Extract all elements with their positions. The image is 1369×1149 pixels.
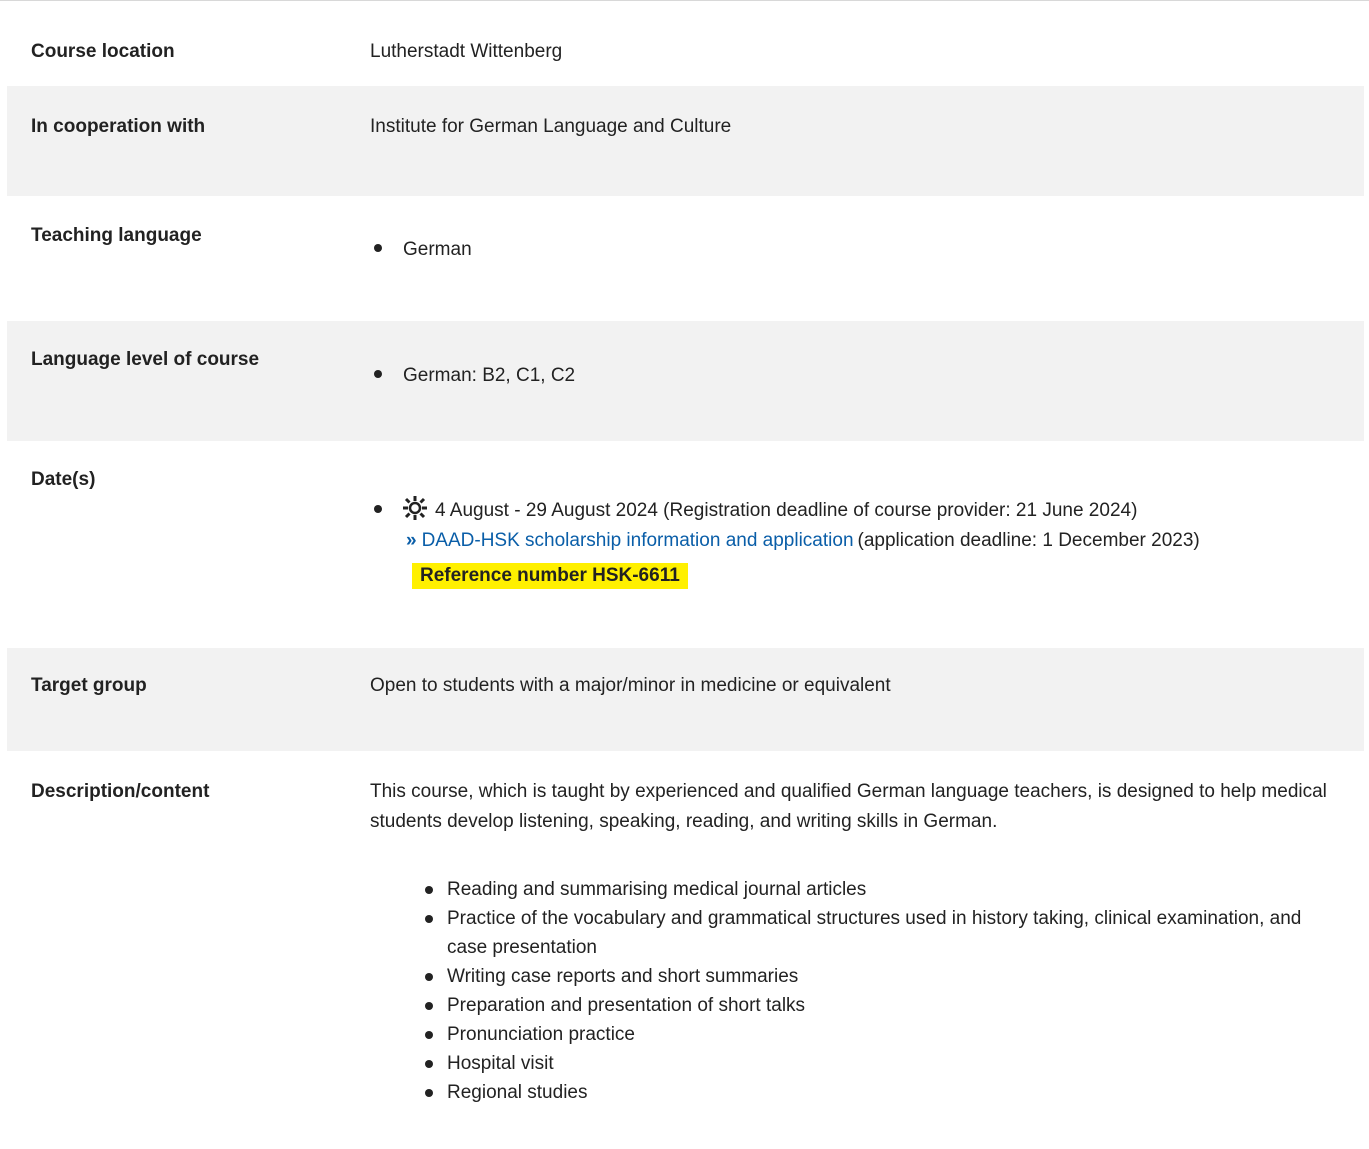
description-intro: This course, which is taught by experien…	[370, 781, 1327, 832]
scholarship-link[interactable]: DAAD-HSK scholarship information and app…	[422, 530, 854, 551]
list-item: Pronunciation practice	[423, 1020, 1303, 1049]
row-description: Description/content This course, which i…	[7, 751, 1364, 1149]
teaching-language-item-text: German	[403, 239, 472, 260]
teaching-language-label: Teaching language	[31, 225, 202, 246]
list-item: Hospital visit	[423, 1049, 1303, 1078]
dates-item-text: 4 August - 29 August 2024 (Registration …	[435, 500, 1138, 521]
description-label: Description/content	[31, 781, 210, 802]
row-target-group: Target group Open to students with a maj…	[7, 648, 1364, 751]
row-cooperation: In cooperation with Institute for German…	[7, 86, 1364, 196]
scholarship-deadline-text: (application deadline: 1 December 2023)	[857, 530, 1200, 551]
bullet-icon	[374, 243, 382, 252]
target-group-value: Open to students with a major/minor in m…	[370, 675, 891, 696]
dates-label: Date(s)	[31, 469, 96, 490]
description-list: Reading and summarising medical journal …	[423, 875, 1303, 1107]
bullet-icon	[374, 504, 382, 513]
teaching-language-item: German	[374, 239, 472, 261]
list-item: Regional studies	[423, 1078, 1303, 1107]
list-item: Reading and summarising medical journal …	[423, 875, 1303, 904]
cooperation-value: Institute for German Language and Cultur…	[370, 116, 732, 137]
dates-item: 4 August - 29 August 2024 (Registration …	[374, 495, 1354, 526]
language-level-label: Language level of course	[31, 349, 260, 370]
row-course-location: Course location Lutherstadt Wittenberg	[7, 1, 1364, 86]
list-item: Writing case reports and short summaries	[423, 962, 1303, 991]
row-teaching-language: Teaching language German	[7, 196, 1364, 321]
reference-line: Reference number HSK-6611	[412, 563, 688, 589]
row-dates: Date(s) 4 August - 29 August 2024 (Regis…	[7, 441, 1364, 648]
language-level-item-text: German: B2, C1, C2	[403, 365, 576, 386]
reference-number-badge: Reference number HSK-6611	[412, 563, 688, 589]
course-details-table: Course location Lutherstadt Wittenberg I…	[0, 0, 1369, 1149]
cooperation-label: In cooperation with	[31, 116, 206, 137]
scholarship-line: » DAAD-HSK scholarship information and ap…	[406, 526, 1200, 556]
course-location-value: Lutherstadt Wittenberg	[370, 41, 563, 62]
language-level-item: German: B2, C1, C2	[374, 365, 575, 387]
list-item: Preparation and presentation of short ta…	[423, 991, 1303, 1020]
double-chevron-right-icon: »	[406, 530, 417, 551]
course-location-label: Course location	[31, 41, 175, 62]
sun-icon	[403, 495, 427, 520]
row-language-level: Language level of course German: B2, C1,…	[7, 321, 1364, 441]
bullet-icon	[374, 369, 382, 378]
list-item: Practice of the vocabulary and grammatic…	[423, 904, 1303, 962]
target-group-label: Target group	[31, 675, 147, 696]
